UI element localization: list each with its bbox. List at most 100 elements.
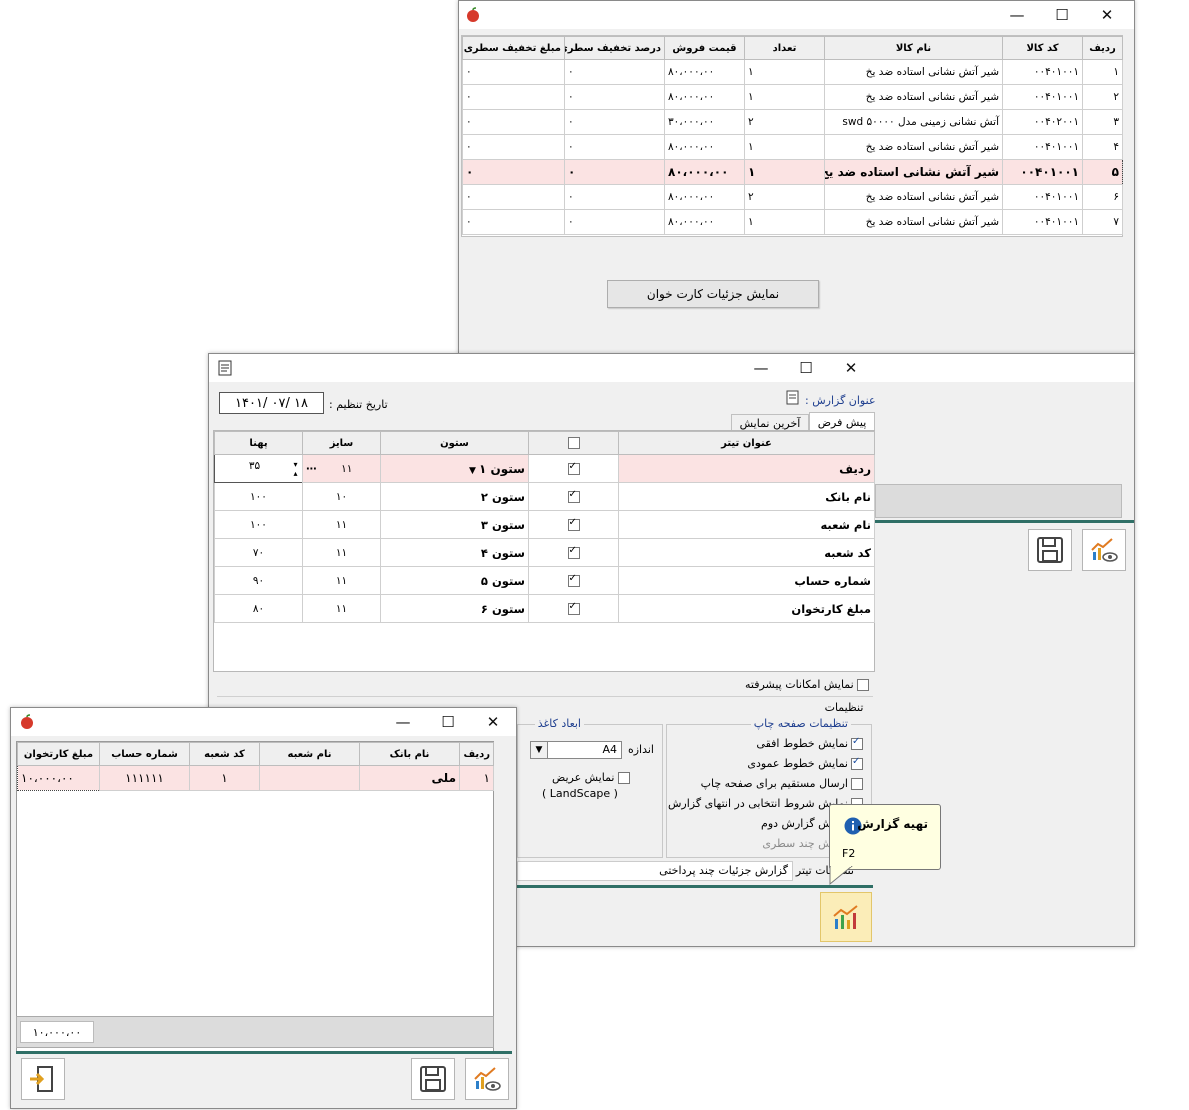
col-header-check[interactable] — [528, 431, 619, 455]
table-row[interactable]: ردیف ستون ۱ ▼⋯۱۱▴▾۳۵ — [214, 454, 875, 483]
minimize-button[interactable]: — — [739, 354, 783, 382]
table-row[interactable]: ۵ ۰۰۴۰۱۰۰۱ شیر آتش نشانی استاده ضد یخ ۱ ۸۰،۰… — [462, 159, 1123, 185]
chevron-down-icon[interactable]: ▼ — [531, 742, 548, 758]
tab-default[interactable]: پیش فرض — [809, 412, 875, 431]
maximize-button[interactable]: ☐ — [426, 708, 470, 736]
advanced-options-checkbox[interactable] — [857, 679, 870, 691]
column-name-cell[interactable]: ستون ۴ — [380, 538, 529, 567]
table-row[interactable]: ۱ ۰۰۴۰۱۰۰۱ شیر آتش نشانی استاده ضد یخ ۱ ۸۰،۰… — [462, 59, 1123, 85]
print-option-checkbox[interactable] — [851, 778, 863, 790]
column-name-cell[interactable]: ستون ۵ — [380, 566, 529, 595]
column-visible-cell[interactable] — [528, 538, 619, 567]
date-field[interactable]: ۱۴۰۱/ ۰۷/ ۱۸ — [219, 392, 324, 414]
select-all-checkbox[interactable] — [567, 437, 580, 449]
chevron-down-icon[interactable]: ▼ — [469, 466, 479, 476]
advanced-options-row[interactable]: نمایش امکانات پیشرفته — [745, 678, 870, 691]
table-row[interactable]: ۶ ۰۰۴۰۱۰۰۱ شیر آتش نشانی استاده ضد یخ ۲ ۸۰،۰… — [462, 184, 1123, 210]
column-title-cell[interactable]: نام بانک — [618, 482, 875, 511]
preview-report-button[interactable] — [465, 1058, 509, 1100]
column-visible-checkbox[interactable] — [567, 601, 580, 615]
column-width-cell[interactable]: ۹۰ — [214, 566, 303, 595]
tab-last-view[interactable]: آخرین نمایش — [731, 414, 809, 431]
header-text-field[interactable]: گزارش جزئیات چند پرداختی — [517, 861, 793, 881]
column-width-cell[interactable]: ۸۰ — [214, 594, 303, 623]
close-button[interactable]: ✕ — [1085, 1, 1129, 29]
table-row[interactable]: ۲ ۰۰۴۰۱۰۰۱ شیر آتش نشانی استاده ضد یخ ۱ ۸۰،۰… — [462, 84, 1123, 110]
show-card-reader-details-label: نمایش جزئیات کارت خوان — [646, 287, 780, 301]
column-name-cell[interactable]: ستون ۶ — [380, 594, 529, 623]
column-size-cell[interactable]: ۱۱ — [302, 594, 381, 623]
column-title-cell[interactable]: مبلغ کارتخوان — [618, 594, 875, 623]
items-window: — ☐ ✕ ردیف کد کالا نام کالا تعداد قیمت فروش د… — [458, 0, 1135, 354]
column-visible-checkbox[interactable] — [567, 489, 580, 503]
column-size-cell[interactable]: ۱۰ — [302, 482, 381, 511]
table-row[interactable]: ۳ ۰۰۴۰۲۰۰۱ آتش نشانی زمینی مدل ۵۰۰۰۰ swd ۲ ۳… — [462, 109, 1123, 135]
column-title-cell[interactable]: شماره حساب — [618, 566, 875, 595]
landscape-checkbox[interactable] — [618, 772, 630, 784]
column-visible-cell[interactable] — [528, 510, 619, 539]
table-row[interactable]: ۴ ۰۰۴۰۱۰۰۱ شیر آتش نشانی استاده ضد یخ ۱ ۸۰،۰… — [462, 134, 1123, 160]
column-size-cell[interactable]: ۱۱ — [302, 538, 381, 567]
column-visible-cell[interactable] — [528, 454, 619, 483]
print-option-checkbox[interactable] — [851, 736, 863, 750]
preview-report-button[interactable] — [1082, 529, 1126, 571]
print-option-checkbox[interactable] — [851, 756, 863, 770]
column-width-cell[interactable]: ▴▾ ۳۵ — [214, 454, 303, 483]
print-option-row[interactable]: ارسال مستقیم برای صفحه چاپ — [668, 777, 863, 797]
column-width-cell[interactable]: ۷۰ — [214, 538, 303, 567]
table-cell: ۰۰۴۰۱۰۰۱ — [1002, 184, 1083, 210]
exit-button[interactable] — [21, 1058, 65, 1100]
paper-size-select[interactable]: A4 ▼ — [530, 741, 622, 759]
column-width-cell[interactable]: ۱۰۰ — [214, 482, 303, 511]
header-text-value: گزارش جزئیات چند پرداختی — [659, 864, 788, 877]
column-visible-cell[interactable] — [528, 482, 619, 511]
table-cell: شیر آتش نشانی استاده ضد یخ — [824, 209, 1003, 235]
table-cell: ۱۰،۰۰۰،۰۰ — [17, 765, 100, 791]
maximize-button[interactable]: ☐ — [1040, 1, 1084, 29]
table-cell: ملی — [359, 765, 460, 791]
column-visible-checkbox[interactable] — [567, 573, 580, 587]
table-row[interactable]: نام شعبه ستون ۳۱۱۱۰۰ — [214, 510, 875, 539]
ellipsis-icon[interactable]: ⋯ — [306, 463, 317, 475]
column-title-cell[interactable]: ردیف — [618, 454, 875, 483]
minimize-button[interactable]: — — [381, 708, 425, 736]
prepare-report-button[interactable] — [820, 892, 872, 942]
table-row[interactable]: ۱ ملی ۱ ۱۱۱۱۱۱ ۱۰،۰۰۰،۰۰ — [17, 765, 494, 791]
column-size-cell[interactable]: ۱۱ — [302, 510, 381, 539]
column-title-cell[interactable]: کد شعبه — [618, 538, 875, 567]
table-cell: ۰ — [462, 59, 565, 85]
column-title-cell[interactable]: نام شعبه — [618, 510, 875, 539]
table-row[interactable]: شماره حساب ستون ۵۱۱۹۰ — [214, 566, 875, 595]
column-visible-checkbox[interactable] — [567, 517, 580, 531]
table-row[interactable]: نام بانک ستون ۲۱۰۱۰۰ — [214, 482, 875, 511]
column-visible-checkbox[interactable] — [567, 461, 580, 475]
report-document-icon — [218, 360, 232, 376]
column-name-cell[interactable]: ستون ۳ — [380, 510, 529, 539]
column-name-cell[interactable]: ستون ۲ — [380, 482, 529, 511]
table-row[interactable]: کد شعبه ستون ۴۱۱۷۰ — [214, 538, 875, 567]
table-cell: ۲ — [744, 184, 825, 210]
column-visible-cell[interactable] — [528, 566, 619, 595]
column-size-cell[interactable]: ۱۱ — [302, 566, 381, 595]
column-visible-cell[interactable] — [528, 594, 619, 623]
column-width-cell[interactable]: ۱۰۰ — [214, 510, 303, 539]
column-name-cell[interactable]: ستون ۱ ▼ — [380, 454, 529, 483]
print-option-row[interactable]: نمایش خطوط افقی — [668, 736, 863, 757]
table-row[interactable]: ۷ ۰۰۴۰۱۰۰۱ شیر آتش نشانی استاده ضد یخ ۱ ۸۰،۰… — [462, 209, 1123, 235]
table-cell: ۰ — [462, 84, 565, 110]
column-visible-checkbox[interactable] — [567, 545, 580, 559]
close-button[interactable]: ✕ — [471, 708, 515, 736]
save-button[interactable] — [1028, 529, 1072, 571]
table-cell: آتش نشانی زمینی مدل ۵۰۰۰۰ swd — [824, 109, 1003, 135]
save-button[interactable] — [411, 1058, 455, 1100]
print-option-row[interactable]: نمایش خطوط عمودی — [668, 756, 863, 777]
table-row[interactable]: مبلغ کارتخوان ستون ۶۱۱۸۰ — [214, 594, 875, 623]
column-size-cell[interactable]: ⋯ ۱۱ — [302, 454, 381, 483]
spin-stepper-icon[interactable]: ▴▾ — [291, 460, 300, 478]
landscape-row[interactable]: نمایش عریض — [552, 771, 630, 784]
tab-settings[interactable]: تنظیمات — [817, 698, 871, 716]
maximize-button[interactable]: ☐ — [784, 354, 828, 382]
close-button[interactable]: ✕ — [829, 354, 873, 382]
show-card-reader-details-button[interactable]: نمایش جزئیات کارت خوان — [607, 280, 819, 308]
minimize-button[interactable]: — — [995, 1, 1039, 29]
